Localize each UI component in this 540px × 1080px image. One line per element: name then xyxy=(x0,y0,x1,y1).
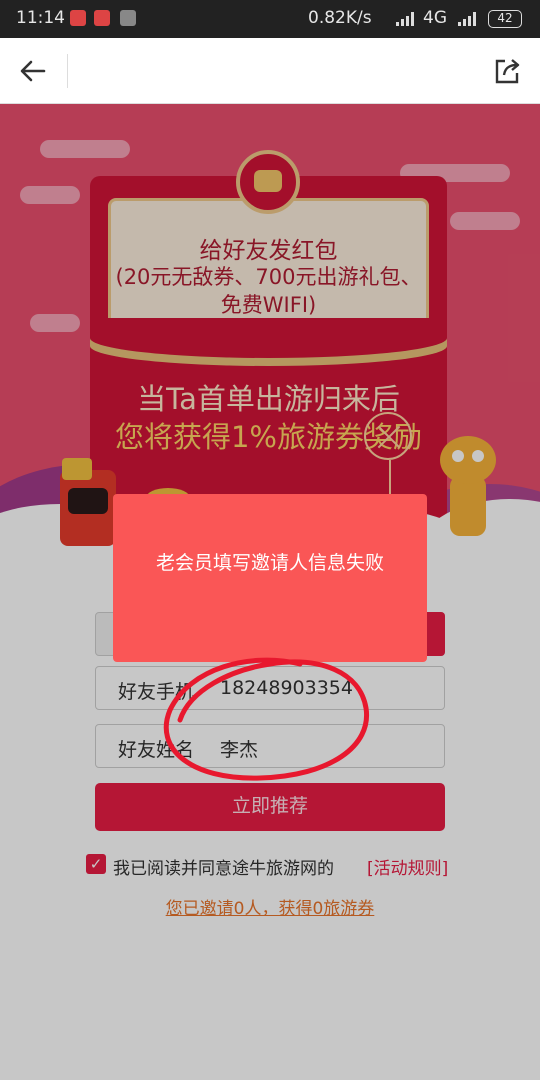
signal-icon-2 xyxy=(458,12,480,26)
share-icon[interactable] xyxy=(492,56,522,86)
notification-icon xyxy=(94,10,110,26)
toast-message: 老会员填写邀请人信息失败 xyxy=(155,552,384,574)
status-time: 11:14 xyxy=(16,8,65,28)
network-speed: 0.82K/s xyxy=(308,8,372,28)
arrow-left-icon[interactable] xyxy=(18,56,48,86)
error-toast: 老会员填写邀请人信息失败 xyxy=(113,494,427,662)
network-type: 4G xyxy=(423,8,447,28)
notification-icon xyxy=(70,10,86,26)
app-notification-icon xyxy=(120,10,136,26)
signal-icon xyxy=(396,12,418,26)
nav-divider xyxy=(67,54,68,88)
annotation-circle xyxy=(163,657,370,781)
nav-bar xyxy=(0,38,540,104)
status-bar: 11:14 0.82K/s 4G 42 xyxy=(0,0,540,38)
battery-icon: 42 xyxy=(488,10,522,28)
